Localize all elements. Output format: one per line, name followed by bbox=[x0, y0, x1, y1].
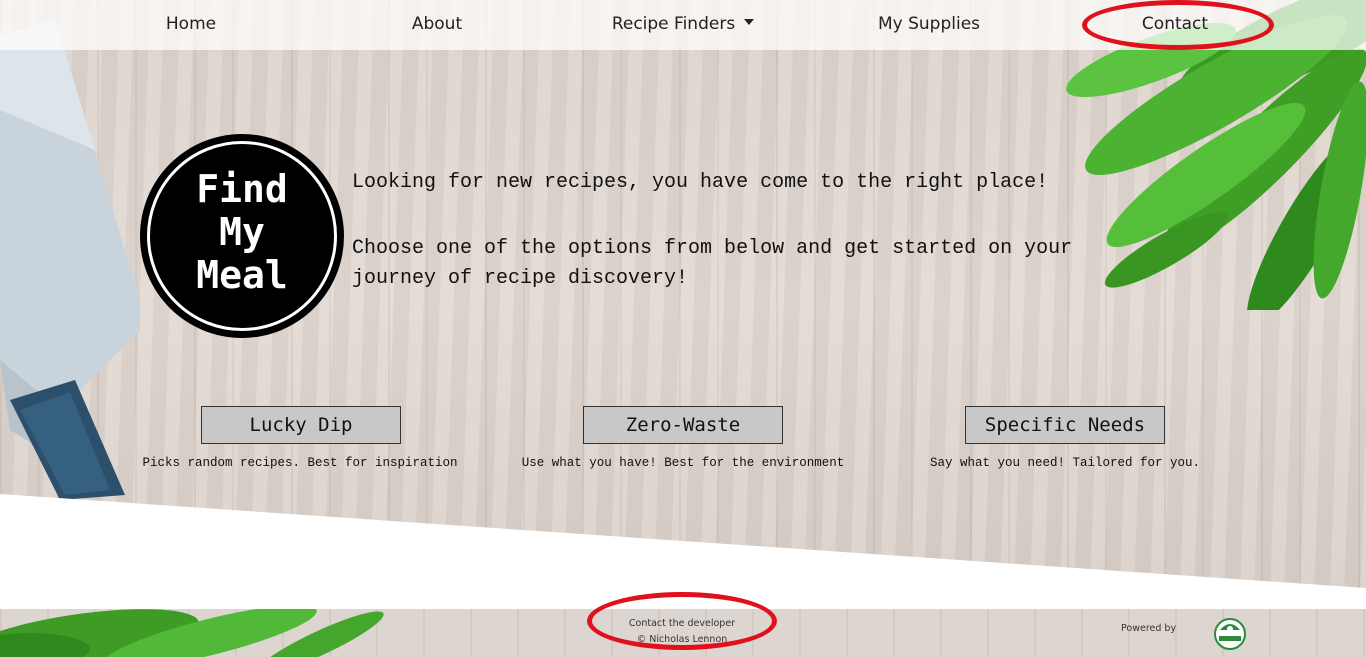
zero-waste-button[interactable]: Zero-Waste bbox=[583, 406, 783, 444]
logo-line-meal: Meal bbox=[196, 253, 288, 297]
logo-text: Find My Meal bbox=[140, 168, 344, 297]
nav-about[interactable]: About bbox=[337, 14, 537, 34]
logo-line-find: Find bbox=[196, 167, 288, 211]
footer-leaves-image bbox=[0, 609, 384, 657]
navbar: Home About Recipe Finders My Supplies Co… bbox=[0, 0, 1366, 50]
lucky-dip-description: Picks random recipes. Best for inspirati… bbox=[142, 456, 458, 470]
intro-line-1: Looking for new recipes, you have come t… bbox=[352, 171, 1049, 194]
nav-my-supplies[interactable]: My Supplies bbox=[829, 14, 1029, 34]
powered-by-text: Powered by bbox=[1121, 623, 1177, 634]
zero-waste-description: Use what you have! Best for the environm… bbox=[521, 456, 845, 470]
specific-needs-description: Say what you need! Tailored for you. bbox=[929, 456, 1201, 470]
logo-line-my: My bbox=[219, 210, 265, 254]
intro-line-2: Choose one of the options from below and… bbox=[352, 237, 1073, 290]
nav-recipe-finders-label: Recipe Finders bbox=[611, 14, 736, 34]
lucky-dip-button[interactable]: Lucky Dip bbox=[201, 406, 401, 444]
contact-developer-link[interactable]: Contact the developer bbox=[582, 616, 782, 632]
nav-contact[interactable]: Contact bbox=[1075, 14, 1275, 34]
copyright-text: © Nicholas Lennon bbox=[636, 634, 728, 645]
specific-needs-button[interactable]: Specific Needs bbox=[965, 406, 1165, 444]
caret-down-icon bbox=[744, 19, 755, 25]
nav-recipe-finders[interactable]: Recipe Finders bbox=[583, 14, 783, 34]
intro-text: Looking for new recipes, you have come t… bbox=[352, 168, 1132, 294]
footer-contact: Contact the developer © Nicholas Lennon bbox=[582, 616, 782, 648]
nav-home[interactable]: Home bbox=[91, 14, 291, 34]
footer: Contact the developer © Nicholas Lennon … bbox=[0, 609, 1366, 657]
spoonacular-logo[interactable] bbox=[1213, 614, 1247, 650]
find-my-meal-logo: Find My Meal bbox=[140, 134, 344, 338]
